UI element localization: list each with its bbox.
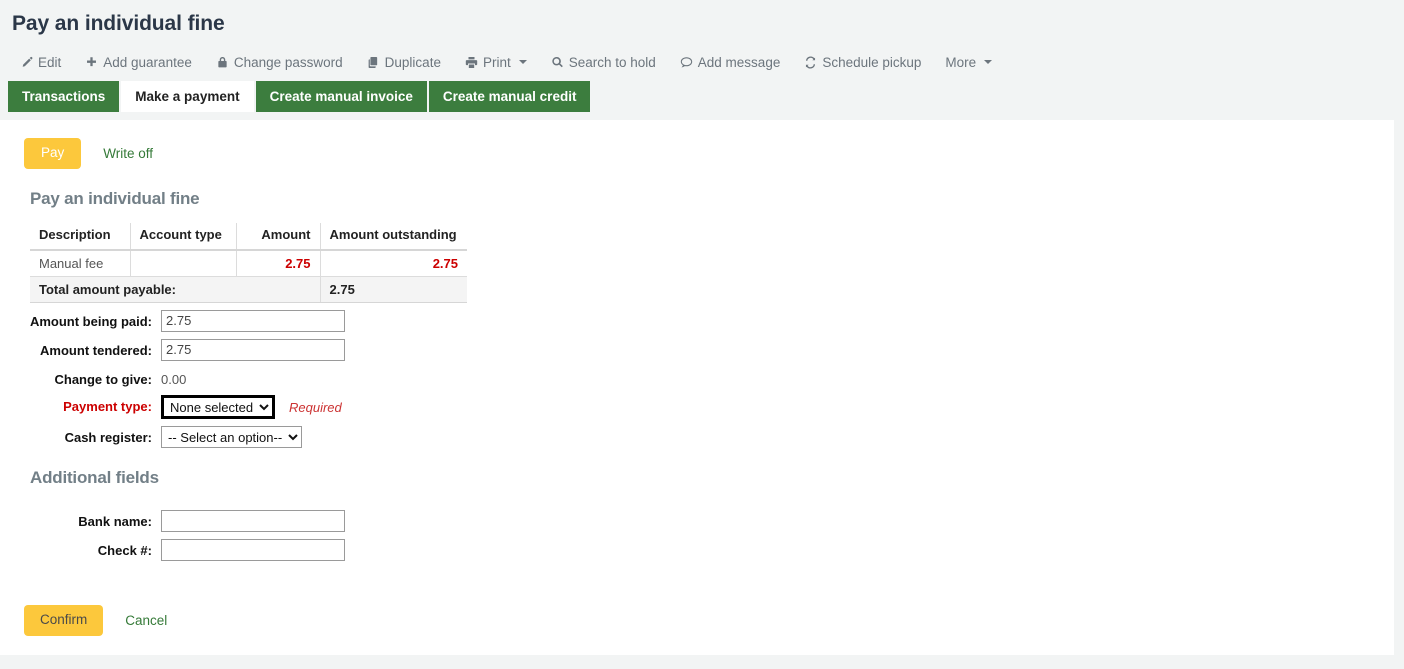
- lock-icon: [216, 56, 229, 69]
- total-amount-payable-label: Total amount payable:: [30, 276, 320, 302]
- toolbar-change-password-button[interactable]: Change password: [216, 55, 343, 70]
- check-number-input[interactable]: [161, 539, 345, 561]
- table-row: Manual fee 2.75 2.75: [30, 250, 467, 277]
- cell-amount: 2.75: [236, 250, 320, 277]
- total-amount-payable-value: 2.75: [320, 276, 467, 302]
- bank-name-field-wrap: [161, 510, 345, 532]
- chevron-down-icon: [984, 60, 992, 64]
- form-row-change-to-give: Change to give: 0.00: [0, 368, 1394, 388]
- toolbar-duplicate-label: Duplicate: [385, 55, 441, 70]
- change-to-give-field-wrap: 0.00: [161, 368, 186, 387]
- pay-individual-fine-heading: Pay an individual fine: [0, 169, 1394, 209]
- toolbar-more-button[interactable]: More: [945, 55, 992, 70]
- cell-account-type: [130, 250, 236, 277]
- column-header-description: Description: [30, 223, 130, 250]
- cash-register-label: Cash register:: [0, 426, 152, 446]
- additional-fields-form: Bank name: Check #:: [0, 510, 1394, 561]
- amount-being-paid-label: Amount being paid:: [0, 310, 152, 330]
- additional-fields-heading: Additional fields: [0, 448, 1394, 488]
- toolbar-edit-button[interactable]: Edit: [20, 55, 61, 70]
- tab-create-manual-credit[interactable]: Create manual credit: [429, 81, 591, 112]
- payment-type-label: Payment type:: [0, 395, 152, 415]
- bank-name-input[interactable]: [161, 510, 345, 532]
- pencil-icon: [20, 56, 33, 69]
- check-number-field-wrap: [161, 539, 345, 561]
- toolbar-add-guarantee-label: Add guarantee: [103, 55, 192, 70]
- table-total-row: Total amount payable: 2.75: [30, 276, 467, 302]
- form-row-amount-tendered: Amount tendered:: [0, 339, 1394, 361]
- pay-button[interactable]: Pay: [24, 138, 81, 169]
- fines-table: Description Account type Amount Amount o…: [30, 223, 467, 303]
- plus-icon: [85, 56, 98, 69]
- copy-icon: [367, 56, 380, 69]
- table-header-row: Description Account type Amount Amount o…: [30, 223, 467, 250]
- payment-mode-toggle: Pay Write off: [0, 120, 1394, 169]
- amount-tendered-label: Amount tendered:: [0, 339, 152, 359]
- page-title: Pay an individual fine: [0, 0, 1404, 37]
- toolbar-change-password-label: Change password: [234, 55, 343, 70]
- amount-tendered-input[interactable]: [161, 339, 345, 361]
- form-row-amount-being-paid: Amount being paid:: [0, 310, 1394, 332]
- cell-amount-outstanding: 2.75: [320, 250, 467, 277]
- form-row-check-number: Check #:: [0, 539, 1394, 561]
- toolbar-schedule-pickup-button[interactable]: Schedule pickup: [804, 55, 921, 70]
- cancel-link[interactable]: Cancel: [125, 613, 167, 628]
- payment-type-required-note: Required: [289, 400, 342, 415]
- payment-content-panel: Pay Write off Pay an individual fine Des…: [0, 120, 1394, 655]
- cash-register-field-wrap: -- Select an option--: [161, 426, 302, 448]
- toolbar-search-to-hold-button[interactable]: Search to hold: [551, 55, 656, 70]
- patron-toolbar: Edit Add guarantee Change password Dupli…: [0, 37, 1404, 73]
- column-header-amount-outstanding: Amount outstanding: [320, 223, 467, 250]
- comment-icon: [680, 56, 693, 69]
- change-to-give-label: Change to give:: [0, 368, 152, 388]
- cell-description: Manual fee: [30, 250, 130, 277]
- search-icon: [551, 56, 564, 69]
- chevron-down-icon: [519, 60, 527, 64]
- change-to-give-value: 0.00: [161, 368, 186, 387]
- confirm-button[interactable]: Confirm: [24, 605, 103, 636]
- toolbar-search-to-hold-label: Search to hold: [569, 55, 656, 70]
- toolbar-add-guarantee-button[interactable]: Add guarantee: [85, 55, 192, 70]
- toolbar-print-button[interactable]: Print: [465, 55, 527, 70]
- toolbar-schedule-pickup-label: Schedule pickup: [822, 55, 921, 70]
- cash-register-select[interactable]: -- Select an option--: [161, 426, 302, 448]
- tab-make-a-payment[interactable]: Make a payment: [121, 81, 253, 112]
- form-row-payment-type: Payment type: None selected Required: [0, 395, 1394, 419]
- amount-tendered-field-wrap: [161, 339, 345, 361]
- form-row-bank-name: Bank name:: [0, 510, 1394, 532]
- payment-type-field-wrap: None selected Required: [161, 395, 342, 419]
- toolbar-add-message-button[interactable]: Add message: [680, 55, 781, 70]
- account-tabs: Transactions Make a payment Create manua…: [0, 81, 1404, 112]
- payment-form: Amount being paid: Amount tendered: Chan…: [0, 310, 1394, 448]
- toolbar-duplicate-button[interactable]: Duplicate: [367, 55, 441, 70]
- tab-transactions[interactable]: Transactions: [8, 81, 119, 112]
- tab-create-manual-invoice[interactable]: Create manual invoice: [256, 81, 427, 112]
- form-actions: Confirm Cancel: [0, 605, 1394, 636]
- toolbar-add-message-label: Add message: [698, 55, 781, 70]
- payment-type-select[interactable]: None selected: [161, 395, 275, 419]
- refresh-icon: [804, 56, 817, 69]
- amount-being-paid-field-wrap: [161, 310, 345, 332]
- amount-being-paid-input[interactable]: [161, 310, 345, 332]
- printer-icon: [465, 56, 478, 69]
- form-row-cash-register: Cash register: -- Select an option--: [0, 426, 1394, 448]
- toolbar-more-label: More: [945, 55, 976, 70]
- column-header-account-type: Account type: [130, 223, 236, 250]
- write-off-link[interactable]: Write off: [103, 146, 153, 161]
- check-number-label: Check #:: [0, 539, 152, 559]
- column-header-amount: Amount: [236, 223, 320, 250]
- bank-name-label: Bank name:: [0, 510, 152, 530]
- toolbar-edit-label: Edit: [38, 55, 61, 70]
- toolbar-print-label: Print: [483, 55, 511, 70]
